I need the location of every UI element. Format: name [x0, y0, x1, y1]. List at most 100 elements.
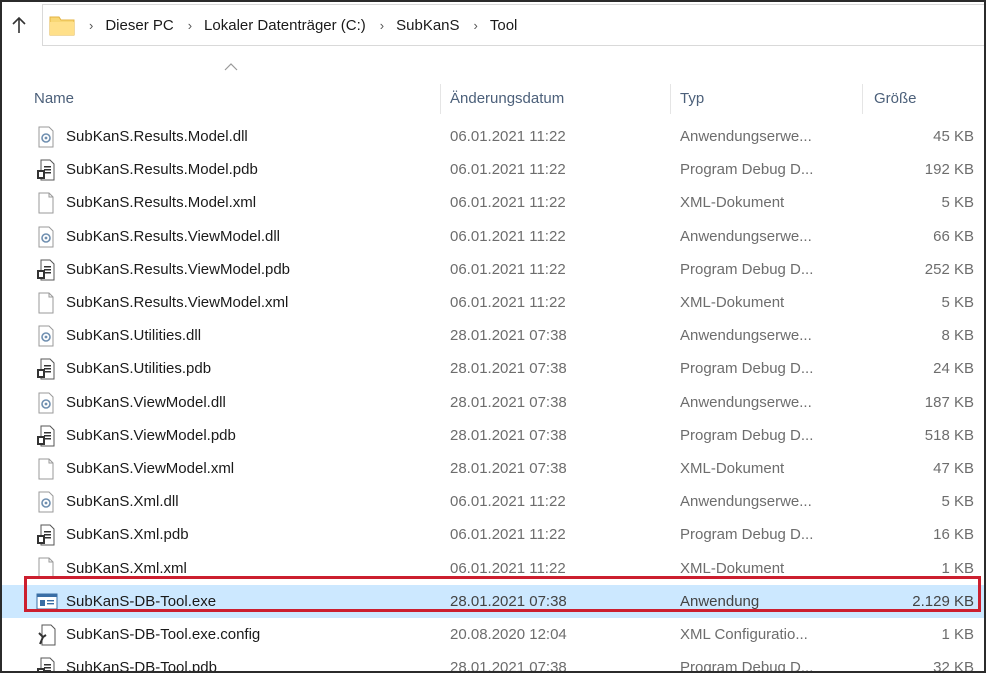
- column-header: Name Änderungsdatum Typ Größe: [2, 80, 984, 116]
- file-date: 06.01.2021 11:22: [450, 128, 566, 146]
- file-name: SubKanS.Utilities.pdb: [66, 360, 212, 378]
- file-row[interactable]: SubKanS.ViewModel.xml 28.01.2021 07:38 XML…: [2, 452, 984, 485]
- file-name: SubKanS.Xml.dll: [66, 493, 179, 511]
- pdb-icon: [36, 259, 56, 281]
- file-type: Anwendungserwe...: [680, 128, 812, 146]
- up-button[interactable]: [2, 2, 36, 48]
- file-date: 06.01.2021 11:22: [450, 260, 566, 278]
- file-size: 24 KB: [933, 360, 974, 378]
- file-date: 28.01.2021 07:38: [450, 426, 567, 444]
- column-header-date[interactable]: Änderungsdatum: [450, 80, 564, 116]
- file-size: 1 KB: [941, 559, 974, 577]
- file-name: SubKanS.Xml.pdb: [66, 526, 189, 544]
- file-row[interactable]: SubKanS.Results.ViewModel.pdb 06.01.2021 …: [2, 253, 984, 286]
- file-size: 5 KB: [941, 194, 974, 212]
- file-type: XML-Dokument: [680, 459, 785, 477]
- column-divider[interactable]: [440, 84, 441, 114]
- chevron-right-icon: ›: [89, 17, 94, 33]
- pdb-icon: [36, 358, 56, 380]
- file-size: 5 KB: [941, 294, 974, 312]
- file-type: XML-Dokument: [680, 294, 785, 312]
- pdb-icon: [36, 425, 56, 447]
- file-size: 1 KB: [941, 625, 974, 643]
- pdb-icon: [36, 657, 56, 671]
- file-row[interactable]: SubKanS.Results.Model.xml 06.01.2021 11:2…: [2, 186, 984, 219]
- file-row[interactable]: SubKanS.Results.Model.pdb 06.01.2021 11:2…: [2, 153, 984, 186]
- dll-icon: [36, 226, 56, 248]
- column-divider[interactable]: [670, 84, 671, 114]
- file-type: Anwendungserwe...: [680, 227, 812, 245]
- file-type: Program Debug D...: [680, 426, 814, 444]
- file-date: 06.01.2021 11:22: [450, 227, 566, 245]
- file-date: 28.01.2021 07:38: [450, 327, 567, 345]
- file-size: 32 KB: [933, 659, 974, 673]
- file-row[interactable]: SubKanS-DB-Tool.exe.config 20.08.2020 12:…: [2, 618, 984, 651]
- exe-icon: [36, 591, 58, 613]
- dll-icon: [36, 392, 56, 414]
- pdb-icon: [36, 524, 56, 546]
- column-header-size[interactable]: Größe: [874, 80, 917, 116]
- file-size: 47 KB: [933, 459, 974, 477]
- config-icon: [36, 624, 56, 646]
- file-date: 28.01.2021 07:38: [450, 459, 567, 477]
- file-row[interactable]: SubKanS.ViewModel.pdb 28.01.2021 07:38 Pro…: [2, 419, 984, 452]
- folder-icon: [49, 16, 75, 36]
- file-name: SubKanS-DB-Tool.exe.config: [66, 625, 261, 643]
- chevron-right-icon[interactable]: ›: [474, 18, 478, 33]
- arrow-up-icon: [12, 16, 26, 33]
- file-name: SubKanS.Utilities.dll: [66, 327, 202, 345]
- file-row[interactable]: SubKanS-DB-Tool.exe 28.01.2021 07:38 Anwen…: [2, 584, 984, 618]
- file-row[interactable]: SubKanS.Xml.pdb 06.01.2021 11:22 Program D…: [2, 518, 984, 551]
- file-date: 06.01.2021 11:22: [450, 194, 566, 212]
- file-row[interactable]: SubKanS-DB-Tool.pdb 28.01.2021 07:38 Progr…: [2, 651, 984, 673]
- file-type: Anwendungserwe...: [680, 393, 812, 411]
- file-type: Anwendung: [680, 592, 760, 610]
- breadcrumb-item-this-pc[interactable]: Dieser PC: [105, 17, 173, 34]
- sort-ascending-icon: [224, 63, 238, 71]
- breadcrumb[interactable]: › Dieser PC › Lokaler Datenträger (C:) ›…: [42, 4, 984, 46]
- file-name: SubKanS.Results.Model.xml: [66, 194, 257, 212]
- file-row[interactable]: SubKanS.ViewModel.dll 28.01.2021 07:38 Anw…: [2, 386, 984, 419]
- dll-icon: [36, 126, 56, 148]
- breadcrumb-item-drive[interactable]: Lokaler Datenträger (C:): [204, 17, 366, 34]
- address-bar: › Dieser PC › Lokaler Datenträger (C:) ›…: [2, 2, 984, 48]
- file-type: XML-Dokument: [680, 559, 785, 577]
- breadcrumb-item-subkans[interactable]: SubKanS: [396, 17, 459, 34]
- file-type: Program Debug D...: [680, 526, 814, 544]
- file-name: SubKanS.ViewModel.pdb: [66, 426, 236, 444]
- file-type: Anwendungserwe...: [680, 327, 812, 345]
- file-date: 20.08.2020 12:04: [450, 625, 567, 643]
- file-name: SubKanS.Results.ViewModel.pdb: [66, 260, 291, 278]
- column-header-name[interactable]: Name: [34, 80, 74, 116]
- blank-file-icon: [36, 192, 56, 214]
- file-date: 06.01.2021 11:22: [450, 493, 566, 511]
- file-name: SubKanS.Results.Model.dll: [66, 128, 248, 146]
- file-row[interactable]: SubKanS.Utilities.pdb 28.01.2021 07:38 Pro…: [2, 352, 984, 385]
- breadcrumb-item-tool[interactable]: Tool: [490, 17, 518, 34]
- file-date: 28.01.2021 07:38: [450, 393, 567, 411]
- file-type: Program Debug D...: [680, 260, 814, 278]
- file-row[interactable]: SubKanS.Results.ViewModel.xml 06.01.2021 …: [2, 286, 984, 319]
- blank-file-icon: [36, 458, 56, 480]
- file-size: 2.129 KB: [912, 592, 974, 610]
- file-row[interactable]: SubKanS.Results.ViewModel.dll 06.01.2021 …: [2, 220, 984, 253]
- column-header-type[interactable]: Typ: [680, 80, 704, 116]
- pdb-icon: [36, 159, 56, 181]
- file-type: Anwendungserwe...: [680, 493, 812, 511]
- file-row[interactable]: SubKanS.Utilities.dll 28.01.2021 07:38 Anw…: [2, 319, 984, 352]
- file-date: 06.01.2021 11:22: [450, 294, 566, 312]
- column-divider[interactable]: [862, 84, 863, 114]
- file-row[interactable]: SubKanS.Results.Model.dll 06.01.2021 11:2…: [2, 120, 984, 153]
- file-name: SubKanS.Results.ViewModel.xml: [66, 294, 289, 312]
- file-row[interactable]: SubKanS.Xml.dll 06.01.2021 11:22 Anwendung…: [2, 485, 984, 518]
- file-row[interactable]: SubKanS.Xml.xml 06.01.2021 11:22 XML-Dokum…: [2, 551, 984, 584]
- file-date: 28.01.2021 07:38: [450, 360, 567, 378]
- blank-file-icon: [36, 557, 56, 579]
- file-size: 16 KB: [933, 526, 974, 544]
- chevron-right-icon[interactable]: ›: [380, 18, 384, 33]
- chevron-right-icon[interactable]: ›: [188, 18, 192, 33]
- file-date: 28.01.2021 07:38: [450, 659, 567, 673]
- file-size: 252 KB: [924, 260, 974, 278]
- file-type: Program Debug D...: [680, 659, 814, 673]
- file-size: 192 KB: [924, 161, 974, 179]
